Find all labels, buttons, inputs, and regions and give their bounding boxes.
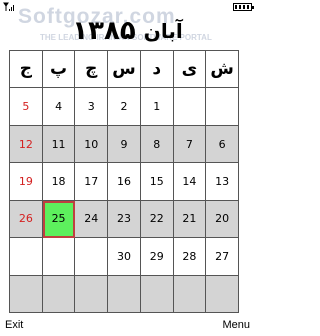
weekday-header: د [140, 51, 174, 89]
year-number: ۱۳۸۵ [72, 16, 136, 46]
calendar-grid[interactable]: ج پ چ س د ی ش 5 4 3 2 1 12 11 10 9 8 7 6 19 18 17 16 15 14 13 26 25… [9, 50, 239, 313]
day-cell[interactable]: 2 [108, 88, 141, 126]
day-cell[interactable]: 13 [206, 163, 239, 201]
weekday-header: پ [42, 51, 76, 89]
day-cell[interactable]: 7 [173, 125, 207, 164]
day-cell[interactable]: 23 [108, 200, 141, 239]
day-cell[interactable]: 27 [206, 238, 239, 276]
empty-day-cell [206, 88, 239, 126]
empty-day-cell [173, 275, 207, 313]
softkey-bar: Exit Menu [0, 316, 255, 336]
day-cell[interactable]: 24 [75, 200, 109, 239]
day-cell[interactable]: 20 [206, 200, 239, 239]
weekday-header: ج [10, 51, 43, 89]
empty-day-cell [173, 88, 207, 126]
day-cell[interactable]: 4 [42, 88, 76, 126]
day-cell[interactable]: 3 [75, 88, 109, 126]
day-cell[interactable]: 22 [140, 200, 174, 239]
day-cell[interactable]: 10 [75, 125, 109, 164]
day-cell[interactable]: 17 [75, 163, 109, 201]
empty-day-cell [75, 275, 109, 313]
day-cell[interactable]: 5 [10, 88, 43, 126]
day-cell[interactable]: 14 [173, 163, 207, 201]
day-cell[interactable]: 26 [10, 200, 43, 239]
weekday-header: ی [173, 51, 207, 89]
day-cell[interactable]: 11 [42, 125, 76, 164]
empty-day-cell [108, 275, 141, 313]
day-cell[interactable]: 30 [108, 238, 141, 276]
weekday-header: چ [75, 51, 109, 89]
empty-day-cell [42, 275, 76, 313]
weekday-header: س [108, 51, 141, 89]
day-cell[interactable]: 19 [10, 163, 43, 201]
signal-icon [3, 2, 14, 11]
day-cell[interactable]: 29 [140, 238, 174, 276]
empty-day-cell [75, 238, 109, 276]
day-cell[interactable]: 28 [173, 238, 207, 276]
empty-day-cell [10, 238, 43, 276]
day-cell[interactable]: 9 [108, 125, 141, 164]
empty-day-cell [140, 275, 174, 313]
day-cell[interactable]: 16 [108, 163, 141, 201]
empty-day-cell [206, 275, 239, 313]
calendar-header: ۱۳۸۵ آبان [0, 12, 255, 50]
exit-softkey[interactable]: Exit [5, 319, 23, 331]
menu-softkey[interactable]: Menu [222, 319, 250, 331]
day-cell[interactable]: 18 [42, 163, 76, 201]
day-cell[interactable]: 6 [206, 125, 239, 164]
day-cell[interactable]: 8 [140, 125, 174, 164]
day-cell[interactable]: 25 [42, 200, 76, 239]
month-name: آبان [143, 19, 183, 43]
empty-day-cell [10, 275, 43, 313]
empty-day-cell [42, 238, 76, 276]
weekday-header: ش [206, 51, 239, 89]
day-cell[interactable]: 15 [140, 163, 174, 201]
day-cell[interactable]: 1 [140, 88, 174, 126]
day-cell[interactable]: 12 [10, 125, 43, 164]
day-cell[interactable]: 21 [173, 200, 207, 239]
